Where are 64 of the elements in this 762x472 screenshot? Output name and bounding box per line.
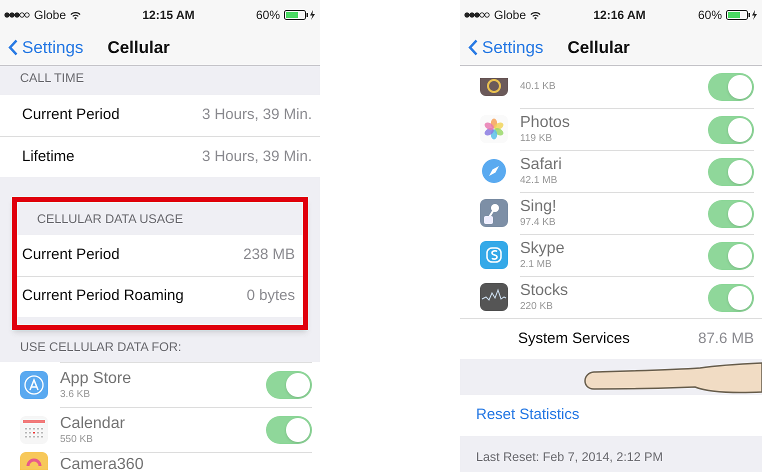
chevron-left-icon xyxy=(8,39,18,56)
data-amount: 40.1 KB xyxy=(520,80,557,94)
data-amount: 42.1 MB xyxy=(520,175,558,188)
app-name: Safari xyxy=(520,155,563,176)
app-name: Sing! xyxy=(520,197,558,218)
wifi-icon xyxy=(70,10,82,20)
data-amount: 97.4 KB xyxy=(520,217,557,230)
app-name: Photos xyxy=(520,113,571,134)
app-name: Skype xyxy=(520,239,566,260)
battery-percent: 60% xyxy=(256,7,280,24)
app-icon xyxy=(20,452,48,470)
nav-title: Cellular xyxy=(567,36,630,59)
status-time: 12:15 AM xyxy=(142,7,195,24)
row-value: 0 bytes xyxy=(246,286,295,306)
data-amount: 550 KB xyxy=(60,434,94,446)
toggle-switch[interactable] xyxy=(266,371,312,400)
chevron-left-icon xyxy=(468,39,478,56)
row-value: 238 MB xyxy=(243,244,295,265)
section-header: USE CELLULAR DATA FOR: xyxy=(19,338,182,356)
letter-a-icon xyxy=(20,370,48,399)
row-value: 3 Hours, 39 Min. xyxy=(202,146,312,166)
back-button[interactable]: Settings xyxy=(468,34,544,60)
back-button[interactable]: Settings xyxy=(8,34,84,60)
carrier-name: Globe xyxy=(34,7,66,24)
data-amount: 3.6 KB xyxy=(60,389,92,402)
battery-icon xyxy=(284,10,316,20)
data-amount: 119 KB xyxy=(520,133,554,146)
toggle-switch[interactable] xyxy=(708,73,754,101)
signal-icon xyxy=(4,12,30,18)
row-label: System Services xyxy=(518,328,630,349)
app-name: Calendar xyxy=(60,414,126,434)
section-header: CELLULAR DATA USAGE xyxy=(36,210,184,228)
data-amount: 220 KB xyxy=(520,301,554,314)
section-header: CALL TIME xyxy=(19,70,85,87)
calendar-icon xyxy=(20,416,48,444)
toggle-switch[interactable] xyxy=(708,200,754,228)
battery-icon xyxy=(726,10,758,20)
row-label: Lifetime xyxy=(22,146,75,166)
toggle-switch[interactable] xyxy=(708,158,754,186)
row-value: 87.6 MB xyxy=(698,328,754,349)
app-name: Stocks xyxy=(520,281,570,302)
reset-statistics-link[interactable]: Reset Statistics xyxy=(476,404,580,427)
toggle-switch[interactable] xyxy=(708,116,754,144)
app-icon xyxy=(480,78,508,96)
row-label: Current Period xyxy=(22,105,120,125)
app-name: Camera360 xyxy=(60,455,145,472)
section-footer: Last Reset: Feb 7, 2014, 2:12 PM xyxy=(460,436,762,467)
toggle-switch[interactable] xyxy=(266,416,312,444)
battery-percent: 60% xyxy=(698,7,722,24)
compass-icon xyxy=(480,157,508,185)
row-label: Current Period xyxy=(22,244,120,265)
wifi-icon xyxy=(530,10,542,20)
status-time: 12:16 AM xyxy=(593,7,646,24)
stock-chart-icon xyxy=(480,283,508,311)
toggle-switch[interactable] xyxy=(708,284,754,312)
data-amount: 2.1 MB xyxy=(520,259,553,272)
app-name: App Store xyxy=(60,369,132,389)
carrier-name: Globe xyxy=(494,7,526,24)
toggle-switch[interactable] xyxy=(708,242,754,270)
letter-s-icon xyxy=(480,241,508,269)
signal-icon xyxy=(464,12,490,18)
row-label: Current Period Roaming xyxy=(22,286,184,306)
nav-title: Cellular xyxy=(107,36,170,59)
row-value: 3 Hours, 39 Min. xyxy=(202,105,312,125)
